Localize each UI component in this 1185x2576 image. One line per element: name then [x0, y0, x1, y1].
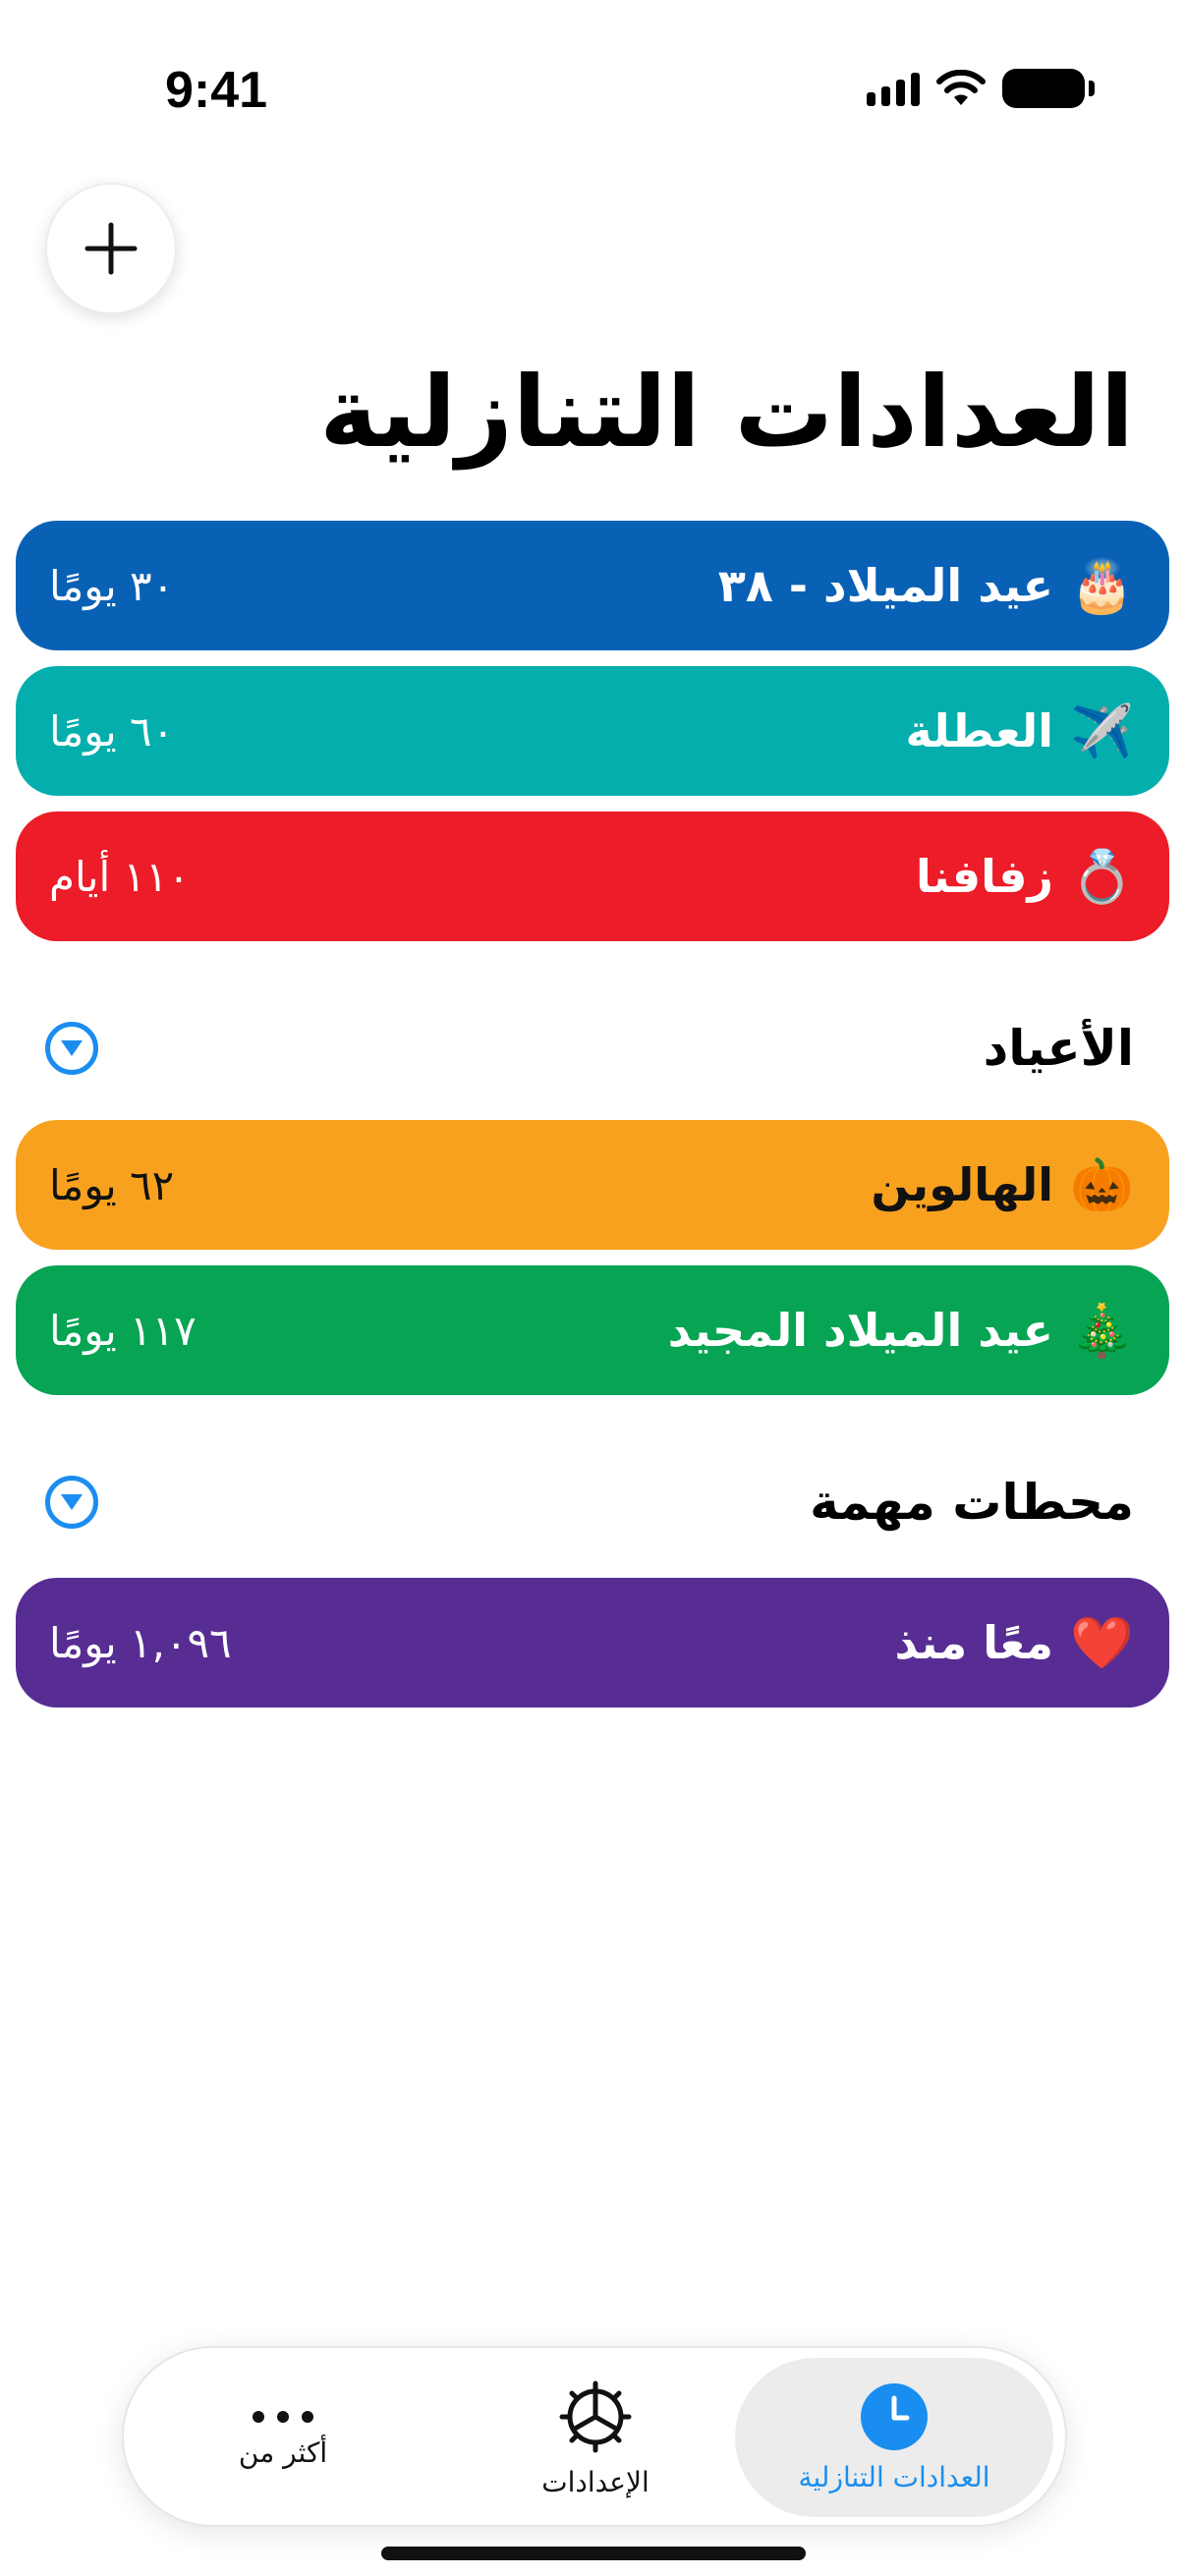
battery-icon — [1002, 69, 1095, 108]
section-header-milestones[interactable]: محطات مهمة — [45, 1468, 1134, 1537]
countdown-name: زفافنا — [915, 850, 1053, 903]
tab-bar: العدادات التنازلية الإعدادات أكثر من — [122, 2346, 1067, 2527]
page-title: العدادات التنازلية — [319, 355, 1134, 470]
countdown-days: ٣٠ يومًا — [49, 561, 175, 610]
clock-icon — [861, 2382, 928, 2450]
christmas-tree-icon: 🎄 — [1070, 1301, 1134, 1361]
collapse-toggle-button[interactable] — [45, 1022, 98, 1075]
ring-icon: 💍 — [1070, 847, 1134, 907]
tab-label: العدادات التنازلية — [798, 2460, 990, 2493]
countdown-days: ١١٧ يومًا — [49, 1306, 197, 1355]
birthday-cake-icon: 🎂 — [1070, 556, 1134, 616]
airplane-icon: ✈️ — [1070, 701, 1134, 761]
home-indicator[interactable] — [381, 2547, 806, 2560]
countdown-days: ٦٢ يومًا — [49, 1160, 175, 1209]
countdown-card[interactable]: 🎂 عيد الميلاد - ٣٨ ٣٠ يومًا — [16, 521, 1169, 650]
section-header-holidays[interactable]: الأعياد — [45, 1014, 1134, 1083]
more-icon — [253, 2410, 313, 2423]
gear-icon — [559, 2380, 632, 2452]
collapse-toggle-button[interactable] — [45, 1476, 98, 1529]
countdown-card[interactable]: 🎃 الهالوين ٦٢ يومًا — [16, 1120, 1169, 1250]
countdown-card[interactable]: 🎄 عيد الميلاد المجيد ١١٧ يومًا — [16, 1265, 1169, 1395]
tab-label: أكثر من — [238, 2436, 328, 2469]
countdown-name: عيد الميلاد المجيد — [667, 1304, 1053, 1357]
status-time: 9:41 — [165, 62, 268, 119]
pumpkin-icon: 🎃 — [1070, 1155, 1134, 1215]
wifi-icon — [936, 70, 986, 105]
cellular-signal-icon — [867, 71, 920, 106]
chevron-down-icon — [61, 1040, 83, 1056]
heart-icon: ❤️ — [1070, 1613, 1134, 1673]
countdown-days: ٦٠ يومًا — [49, 706, 175, 756]
add-countdown-button[interactable] — [45, 183, 177, 314]
countdown-card[interactable]: 💍 زفافنا ١١٠ أيام — [16, 812, 1169, 941]
countdown-card[interactable]: ✈️ العطلة ٦٠ يومًا — [16, 666, 1169, 796]
section-title: الأعياد — [983, 1020, 1134, 1077]
countdown-days: ١,٠٩٦ يومًا — [49, 1618, 232, 1667]
countdown-days: ١١٠ أيام — [49, 852, 191, 901]
countdown-name: عيد الميلاد - ٣٨ — [717, 559, 1053, 612]
countdown-name: معًا منذ — [894, 1616, 1053, 1669]
tab-settings[interactable]: الإعدادات — [438, 2358, 753, 2517]
plus-icon — [85, 222, 138, 275]
countdown-card[interactable]: ❤️ معًا منذ ١,٠٩٦ يومًا — [16, 1578, 1169, 1708]
tab-countdowns[interactable]: العدادات التنازلية — [735, 2358, 1053, 2517]
tab-more[interactable]: أكثر من — [143, 2358, 423, 2517]
tab-label: الإعدادات — [541, 2465, 649, 2498]
status-icons — [867, 69, 1095, 108]
chevron-down-icon — [61, 1494, 83, 1510]
countdown-name: الهالوين — [871, 1158, 1053, 1211]
section-title: محطات مهمة — [810, 1474, 1134, 1531]
countdown-name: العطلة — [905, 704, 1054, 757]
